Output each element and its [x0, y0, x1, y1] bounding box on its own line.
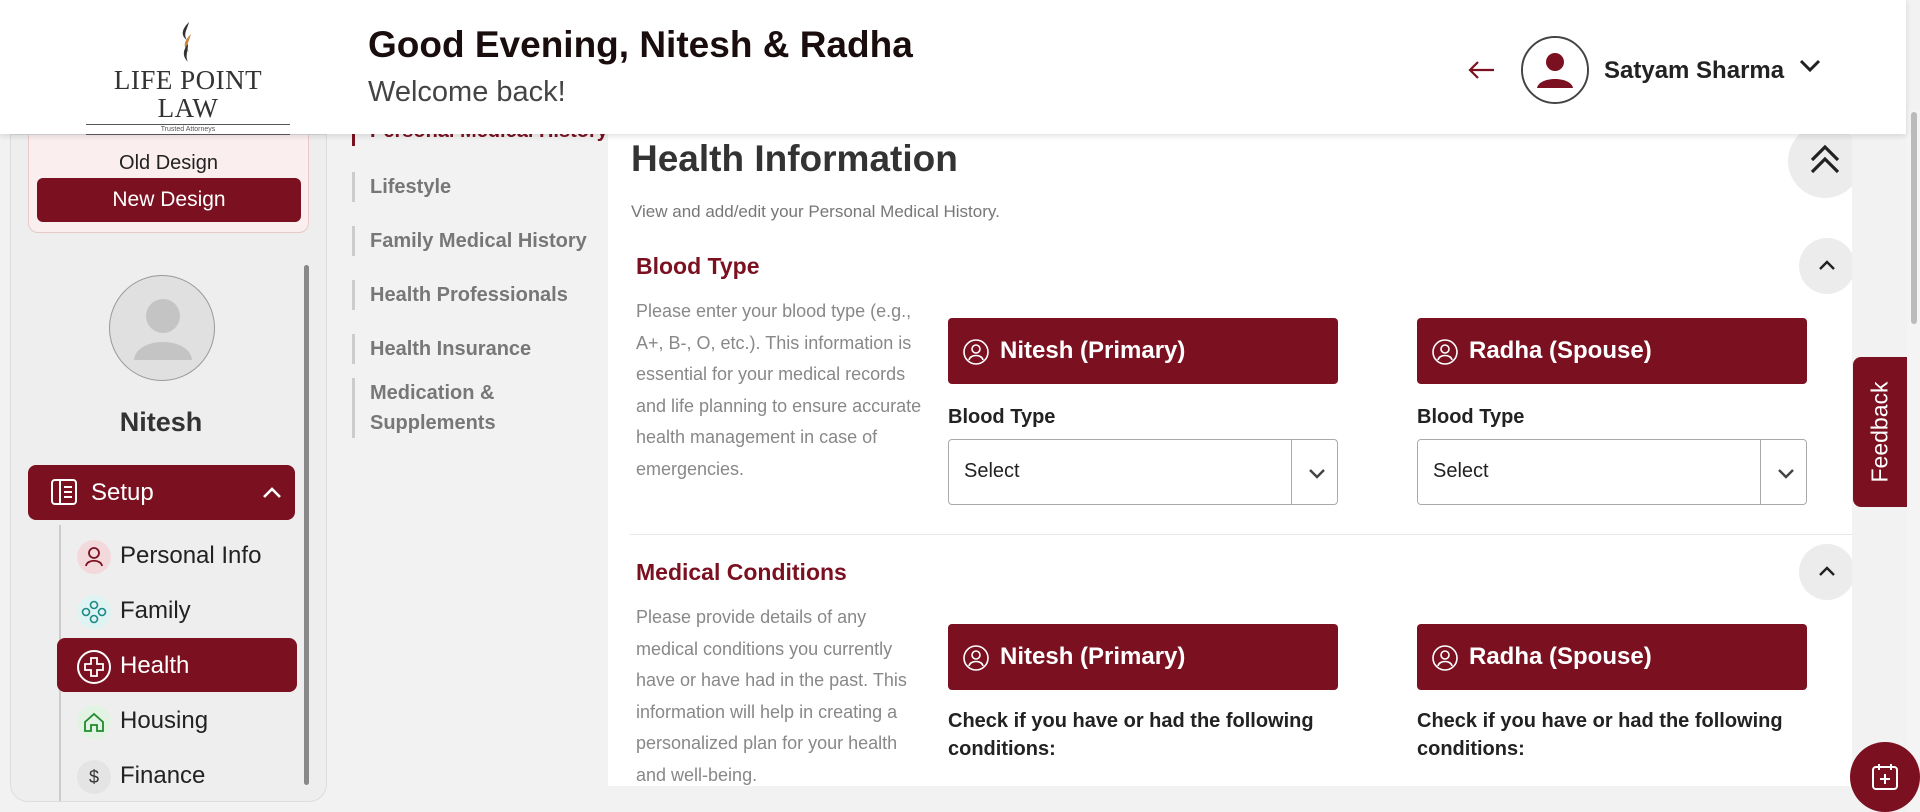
greeting-title: Good Evening, Nitesh & Radha: [368, 24, 913, 65]
main-content: Health Information View and add/edit you…: [608, 134, 1852, 786]
section-nav-medication-supplements[interactable]: Medication & Supplements: [352, 378, 562, 438]
blood-type-toggle[interactable]: [1799, 238, 1852, 294]
spouse-person-label: Radha (Spouse): [1469, 337, 1652, 364]
profile-avatar[interactable]: [109, 275, 215, 381]
section-nav-family-medical-history[interactable]: Family Medical History: [352, 226, 587, 256]
chevron-down-icon[interactable]: [1797, 57, 1823, 80]
chevron-down-icon: [1307, 466, 1327, 485]
spouse-blood-type-label: Blood Type: [1417, 406, 1525, 428]
user-name[interactable]: Satyam Sharma: [1604, 57, 1784, 85]
calendar-plus-icon: [1872, 764, 1898, 790]
chevron-up-icon: [1819, 566, 1835, 576]
brand-name: LIFE POINT LAW: [113, 65, 263, 123]
page-title: Health Information: [631, 138, 958, 179]
sidebar-scrollbar[interactable]: [304, 265, 309, 785]
app-header: LIFE POINT LAW Trusted Attorneys Good Ev…: [0, 0, 1906, 135]
brand-logo[interactable]: LIFE POINT LAW Trusted Attorneys: [86, 20, 290, 135]
house-icon: [77, 705, 111, 739]
spouse-person-header: Radha (Spouse): [1417, 318, 1807, 384]
sidebar-item-personal-info[interactable]: Personal Info: [57, 528, 297, 582]
spouse-person-label: Radha (Spouse): [1469, 643, 1652, 670]
scrollbar-thumb[interactable]: [1911, 112, 1917, 324]
primary-person-header: Nitesh (Primary): [948, 624, 1338, 690]
family-icon: [77, 595, 111, 629]
setup-list-icon: [50, 478, 78, 511]
add-event-button[interactable]: [1850, 742, 1920, 812]
profile-name: Nitesh: [119, 407, 203, 437]
double-chevron-up-icon: [1810, 144, 1840, 174]
sidebar-item-label: Family: [120, 597, 191, 624]
spouse-person-header: Radha (Spouse): [1417, 624, 1807, 690]
primary-person-label: Nitesh (Primary): [1000, 643, 1186, 670]
spouse-conditions-prompt: Check if you have or had the following c…: [1417, 710, 1783, 760]
old-design-button[interactable]: Old Design: [29, 152, 308, 175]
svg-text:$: $: [89, 767, 99, 787]
profile-placeholder-icon: [134, 299, 192, 360]
user-avatar-icon: [1523, 38, 1587, 102]
user-avatar[interactable]: [1521, 36, 1589, 104]
sidebar-item-label: Finance: [120, 762, 206, 789]
brand-tagline: Trusted Attorneys: [86, 124, 290, 135]
design-switcher: Old Design New Design: [28, 135, 309, 233]
user-circle-icon: [962, 644, 990, 677]
chevron-down-icon: [1776, 466, 1796, 485]
collapse-all-button[interactable]: [1788, 134, 1852, 198]
left-sidebar: Old Design New Design Nitesh Setup Perso…: [10, 134, 327, 802]
section-nav-health-insurance[interactable]: Health Insurance: [352, 334, 531, 364]
section-nav-lifestyle[interactable]: Lifestyle: [352, 172, 451, 202]
setup-menu-button[interactable]: Setup: [28, 465, 295, 520]
medical-conditions-toggle[interactable]: [1799, 544, 1852, 600]
primary-person-header: Nitesh (Primary): [948, 318, 1338, 384]
feedback-tab[interactable]: Feedback: [1853, 357, 1907, 507]
select-value: Select: [1433, 460, 1489, 482]
medical-conditions-description: Please provide details of any medical co…: [636, 607, 907, 785]
sidebar-item-health[interactable]: Health: [57, 638, 297, 692]
primary-blood-type-label: Blood Type: [948, 406, 1056, 428]
feedback-label: Feedback: [1866, 381, 1893, 483]
section-nav: Personal Medical History Lifestyle Famil…: [340, 116, 608, 786]
blood-type-description: Please enter your blood type (e.g., A+, …: [636, 301, 922, 479]
spouse-blood-type-select[interactable]: Select: [1417, 439, 1807, 505]
logo-flame-icon: [182, 22, 191, 62]
user-circle-icon: [1431, 338, 1459, 371]
select-value: Select: [964, 460, 1020, 482]
chevron-up-icon: [262, 485, 282, 504]
primary-blood-type-select[interactable]: Select: [948, 439, 1338, 505]
sidebar-item-housing[interactable]: Housing: [57, 693, 297, 747]
primary-conditions-prompt: Check if you have or had the following c…: [948, 710, 1314, 760]
page-scrollbar[interactable]: [1907, 110, 1920, 812]
chevron-up-icon: [1819, 260, 1835, 270]
user-circle-icon: [1431, 644, 1459, 677]
sidebar-item-label: Health: [120, 652, 190, 679]
sidebar-item-finance[interactable]: $ Finance: [57, 748, 297, 801]
dollar-icon: $: [77, 760, 111, 794]
medical-conditions-title: Medical Conditions: [636, 559, 847, 585]
setup-label: Setup: [91, 479, 154, 506]
section-divider: [630, 534, 1852, 535]
blood-type-title: Blood Type: [636, 253, 760, 279]
user-icon: [77, 540, 111, 574]
sidebar-item-label: Personal Info: [120, 542, 262, 569]
sidebar-item-label: Housing: [120, 707, 209, 734]
user-circle-icon: [962, 338, 990, 371]
sidebar-item-family[interactable]: Family: [57, 583, 297, 637]
health-cross-icon: [77, 650, 111, 684]
new-design-button[interactable]: New Design: [37, 178, 301, 222]
page-subtitle: View and add/edit your Personal Medical …: [631, 202, 1000, 221]
back-arrow-icon[interactable]: [1466, 56, 1496, 86]
section-nav-health-professionals[interactable]: Health Professionals: [352, 280, 568, 310]
primary-person-label: Nitesh (Primary): [1000, 337, 1186, 364]
welcome-text: Welcome back!: [368, 76, 566, 108]
